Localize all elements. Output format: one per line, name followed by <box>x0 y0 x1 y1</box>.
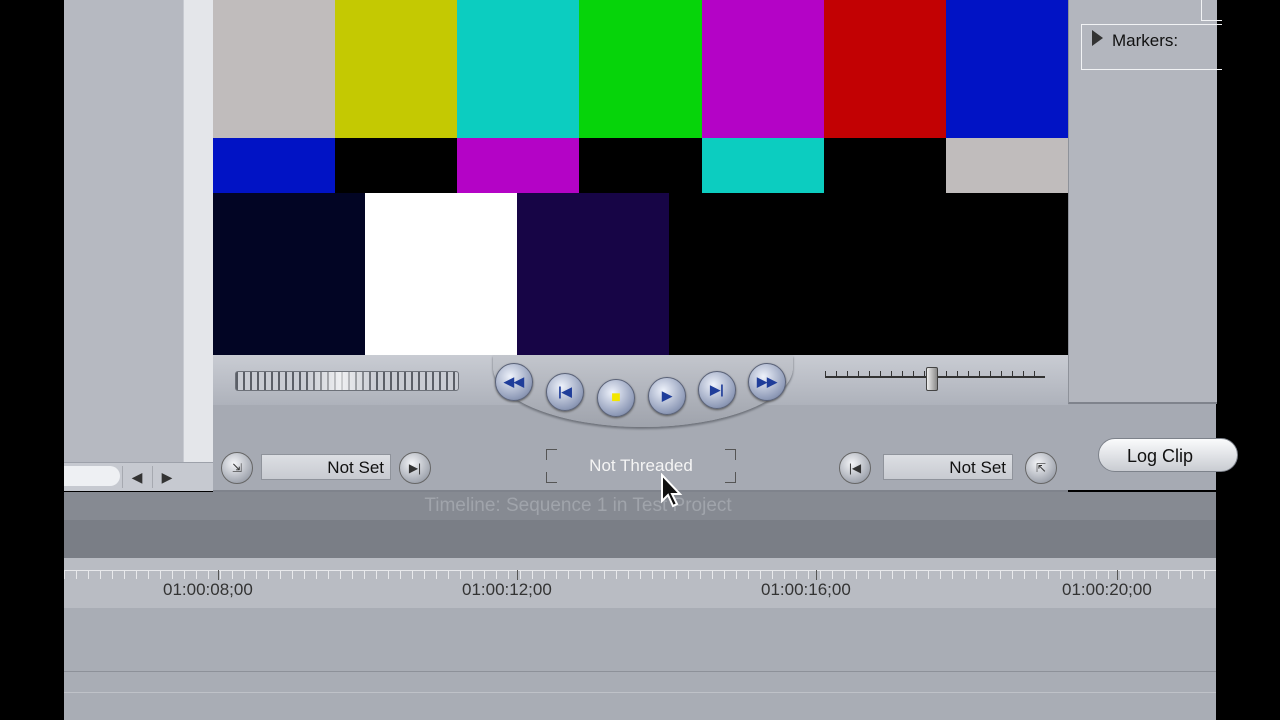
color-bar-bottom <box>935 193 1068 355</box>
capture-controls-row: ⇲ Not Set ▶| Not Threaded |◀ Not Set ⇱ <box>213 405 1068 492</box>
ruler-timecode-label: 01:00:12;00 <box>462 580 552 599</box>
disclosure-triangle-icon[interactable] <box>1092 30 1103 46</box>
color-bar-middle <box>946 138 1068 193</box>
jog-control[interactable] <box>235 371 459 391</box>
scroll-left-icon[interactable]: ◀ <box>122 466 151 488</box>
stop-icon: ■ <box>611 389 621 406</box>
color-bar-top <box>457 0 580 138</box>
mark-out-button[interactable]: ⇱ <box>1025 452 1057 484</box>
log-clip-button[interactable]: Log Clip <box>1098 438 1238 472</box>
color-bar-bottom <box>517 193 669 355</box>
in-point-field[interactable]: Not Set <box>261 454 391 480</box>
rewind-icon: ◀◀ <box>504 374 524 389</box>
timeline-title: Timeline: Sequence 1 in Test Project <box>424 495 732 516</box>
color-bar-middle <box>579 138 702 193</box>
shuttle-slider[interactable] <box>825 367 1045 391</box>
ruler-timecode-label: 01:00:08;00 <box>163 580 253 599</box>
prev-edit-icon: |◀ <box>558 384 572 399</box>
color-bar-top <box>946 0 1068 138</box>
ruler-timecode-label: 01:00:16;00 <box>761 580 851 599</box>
timeline-toolbar <box>64 520 1216 558</box>
color-bar-bottom <box>669 193 802 355</box>
color-bar-middle <box>457 138 580 193</box>
log-capture-panel: Markers: Log Clip <box>1068 0 1238 490</box>
color-bar-middle <box>335 138 458 193</box>
shuttle-knob[interactable] <box>926 367 938 391</box>
go-to-in-button[interactable]: ▶| <box>399 452 431 484</box>
panel-control[interactable] <box>1201 0 1222 21</box>
color-bar-bottom <box>365 193 517 355</box>
color-bar-top <box>702 0 825 138</box>
color-bar-bottom <box>213 193 365 355</box>
play-icon: ▶ <box>662 388 672 403</box>
ruler-timecode-label: 01:00:20;00 <box>1062 580 1152 599</box>
color-bar-middle <box>824 138 947 193</box>
color-bar-top <box>335 0 458 138</box>
mouse-pointer-icon <box>661 473 683 508</box>
browser-horizontal-scrollbar[interactable]: ◀ ▶ <box>64 462 213 491</box>
rewind-button[interactable]: ◀◀ <box>495 363 533 401</box>
timeline-title-bar: Timeline: Sequence 1 in Test Project <box>64 492 1216 520</box>
color-bar-top <box>579 0 702 138</box>
video-preview-color-bars <box>213 0 1068 355</box>
stop-button[interactable]: ■ <box>597 379 635 417</box>
transport-bar <box>213 355 1068 405</box>
color-bar-bottom <box>802 193 935 355</box>
mark-in-button[interactable]: ⇲ <box>221 452 253 484</box>
markers-label: Markers: <box>1112 31 1179 50</box>
fast-forward-icon: ▶▶ <box>757 374 777 389</box>
scrollbar-thumb[interactable] <box>64 466 120 486</box>
fast-forward-button[interactable]: ▶▶ <box>748 363 786 401</box>
markers-section[interactable]: Markers: <box>1081 24 1222 70</box>
timeline-tracks[interactable] <box>64 608 1216 720</box>
browser-list-area <box>183 0 214 462</box>
color-bar-middle <box>702 138 825 193</box>
next-edit-button[interactable]: ▶| <box>698 371 736 409</box>
logging-panel: Markers: <box>1068 0 1222 404</box>
scroll-right-icon[interactable]: ▶ <box>152 466 181 488</box>
color-bar-top <box>213 0 336 138</box>
go-to-out-button[interactable]: |◀ <box>839 452 871 484</box>
timeline-ruler[interactable]: 01:00:08;00 01:00:12;00 01:00:16;00 01:0… <box>64 558 1216 608</box>
color-bar-middle <box>213 138 336 193</box>
play-button[interactable]: ▶ <box>648 377 686 415</box>
capture-mode-label[interactable]: Not Threaded <box>546 449 736 483</box>
color-bar-top <box>824 0 947 138</box>
next-edit-icon: ▶| <box>710 382 724 397</box>
out-point-field[interactable]: Not Set <box>883 454 1013 480</box>
prev-edit-button[interactable]: |◀ <box>546 373 584 411</box>
